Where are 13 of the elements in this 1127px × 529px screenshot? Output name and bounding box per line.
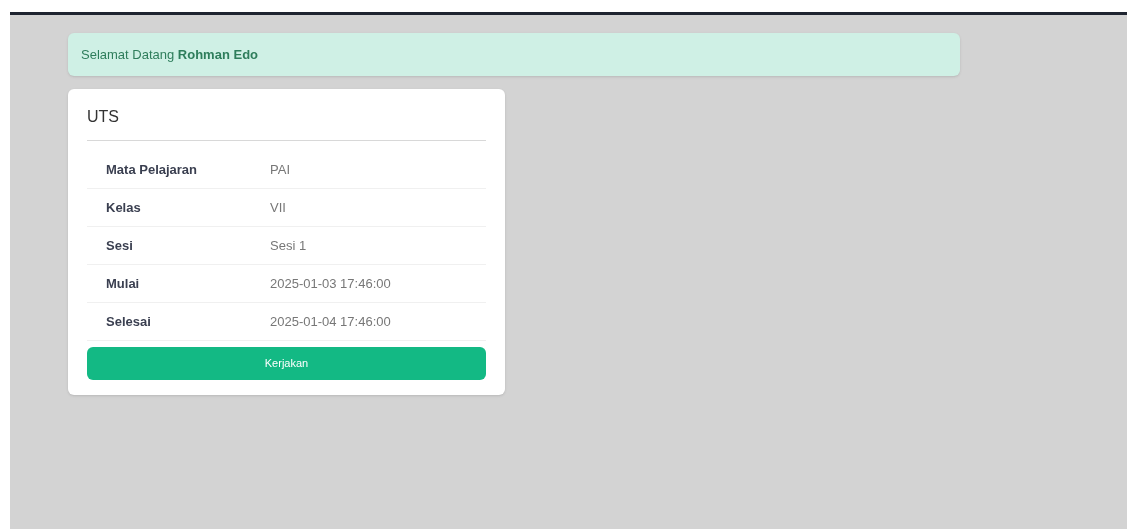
row-value: 2025-01-04 17:46:00	[270, 312, 391, 331]
row-value: VII	[270, 198, 286, 217]
welcome-text: Selamat Datang Rohman Edo	[81, 45, 258, 64]
row-label: Selesai	[105, 312, 152, 331]
row-value: Sesi 1	[270, 236, 307, 255]
row-label: Sesi	[105, 236, 134, 255]
row-label: Mata Pelajaran	[105, 160, 199, 179]
row-label: Kelas	[105, 198, 142, 217]
row-value: 2025-01-03 17:46:00	[270, 274, 391, 293]
start-button[interactable]: Kerjakan	[87, 347, 486, 380]
row-value: PAI	[270, 160, 290, 179]
card-title: UTS	[87, 105, 486, 141]
row-label: Mulai	[105, 274, 141, 293]
